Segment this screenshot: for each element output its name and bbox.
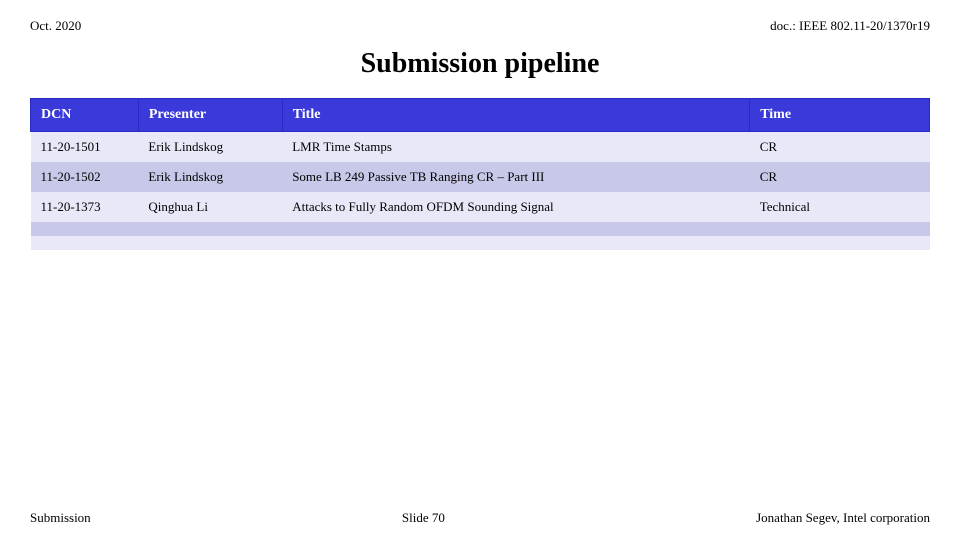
table-cell-title: Attacks to Fully Random OFDM Sounding Si… [282, 192, 749, 222]
table-row: 11-20-1502Erik LindskogSome LB 249 Passi… [31, 162, 930, 192]
table-cell-time: Technical [750, 192, 930, 222]
table-row: 11-20-1373Qinghua LiAttacks to Fully Ran… [31, 192, 930, 222]
date-label: Oct. 2020 [30, 18, 81, 34]
table-cell-dcn: 11-20-1373 [31, 192, 139, 222]
table-cell-presenter: Qinghua Li [138, 192, 282, 222]
col-header-presenter: Presenter [138, 99, 282, 132]
table-cell-title: LMR Time Stamps [282, 132, 749, 163]
table-cell-presenter: Erik Lindskog [138, 162, 282, 192]
table-row: 11-20-1501Erik LindskogLMR Time StampsCR [31, 132, 930, 163]
page-title: Submission pipeline [30, 48, 930, 80]
table-cell-presenter [138, 236, 282, 250]
table-cell-dcn [31, 222, 139, 236]
footer-right: Jonathan Segev, Intel corporation [756, 510, 930, 526]
table-cell-title: Some LB 249 Passive TB Ranging CR – Part… [282, 162, 749, 192]
footer-left: Submission [30, 510, 91, 526]
table-cell-time: CR [750, 162, 930, 192]
table-cell-dcn [31, 236, 139, 250]
table-cell-dcn: 11-20-1502 [31, 162, 139, 192]
col-header-title: Title [282, 99, 749, 132]
footer-row: Submission Slide 70 Jonathan Segev, Inte… [30, 500, 930, 526]
footer-center: Slide 70 [402, 510, 445, 526]
table-cell-presenter [138, 222, 282, 236]
table-cell-presenter: Erik Lindskog [138, 132, 282, 163]
table-cell-title [282, 236, 749, 250]
table-row [31, 236, 930, 250]
table-cell-dcn: 11-20-1501 [31, 132, 139, 163]
doc-ref: doc.: IEEE 802.11-20/1370r19 [770, 18, 930, 34]
submission-table: DCN Presenter Title Time 11-20-1501Erik … [30, 98, 930, 250]
table-cell-time: CR [750, 132, 930, 163]
col-header-time: Time [750, 99, 930, 132]
table-cell-title [282, 222, 749, 236]
col-header-dcn: DCN [31, 99, 139, 132]
table-cell-time [750, 222, 930, 236]
table-header-row: DCN Presenter Title Time [31, 99, 930, 132]
page-container: Oct. 2020 doc.: IEEE 802.11-20/1370r19 S… [0, 0, 960, 540]
table-wrapper: DCN Presenter Title Time 11-20-1501Erik … [30, 98, 930, 250]
table-cell-time [750, 236, 930, 250]
header-row: Oct. 2020 doc.: IEEE 802.11-20/1370r19 [30, 18, 930, 34]
table-row [31, 222, 930, 236]
